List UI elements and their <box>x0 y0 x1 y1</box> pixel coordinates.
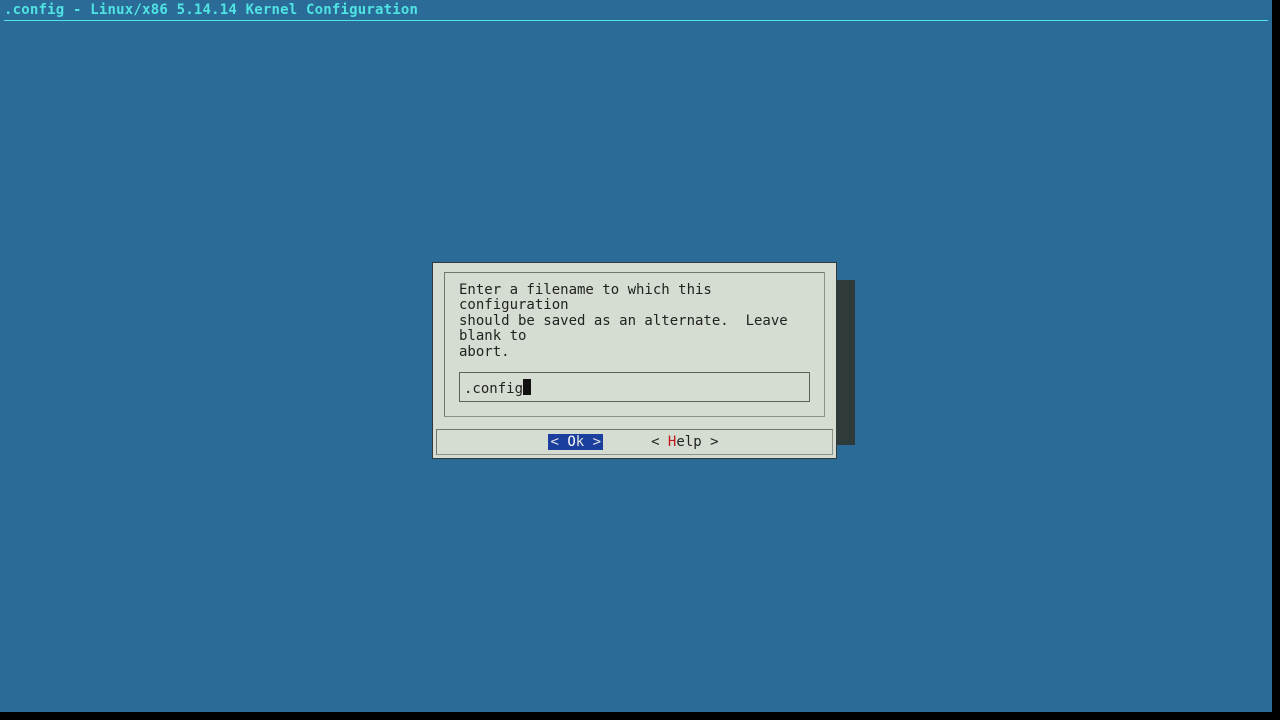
text-cursor <box>523 379 531 395</box>
ok-hotkey: O <box>567 434 575 450</box>
save-dialog: Enter a filename to which this configura… <box>432 262 837 459</box>
ok-button[interactable]: < Ok > <box>548 434 603 450</box>
menuconfig-screen: .config - Linux/x86 5.14.14 Kernel Confi… <box>0 0 1272 712</box>
window-title: .config - Linux/x86 5.14.14 Kernel Confi… <box>0 0 1272 20</box>
filename-input[interactable]: .config <box>459 372 810 402</box>
title-separator <box>4 20 1268 21</box>
dialog-prompt: Enter a filename to which this configura… <box>459 283 810 360</box>
help-button[interactable]: < Help > <box>649 434 720 450</box>
filename-value: .config <box>464 381 523 397</box>
